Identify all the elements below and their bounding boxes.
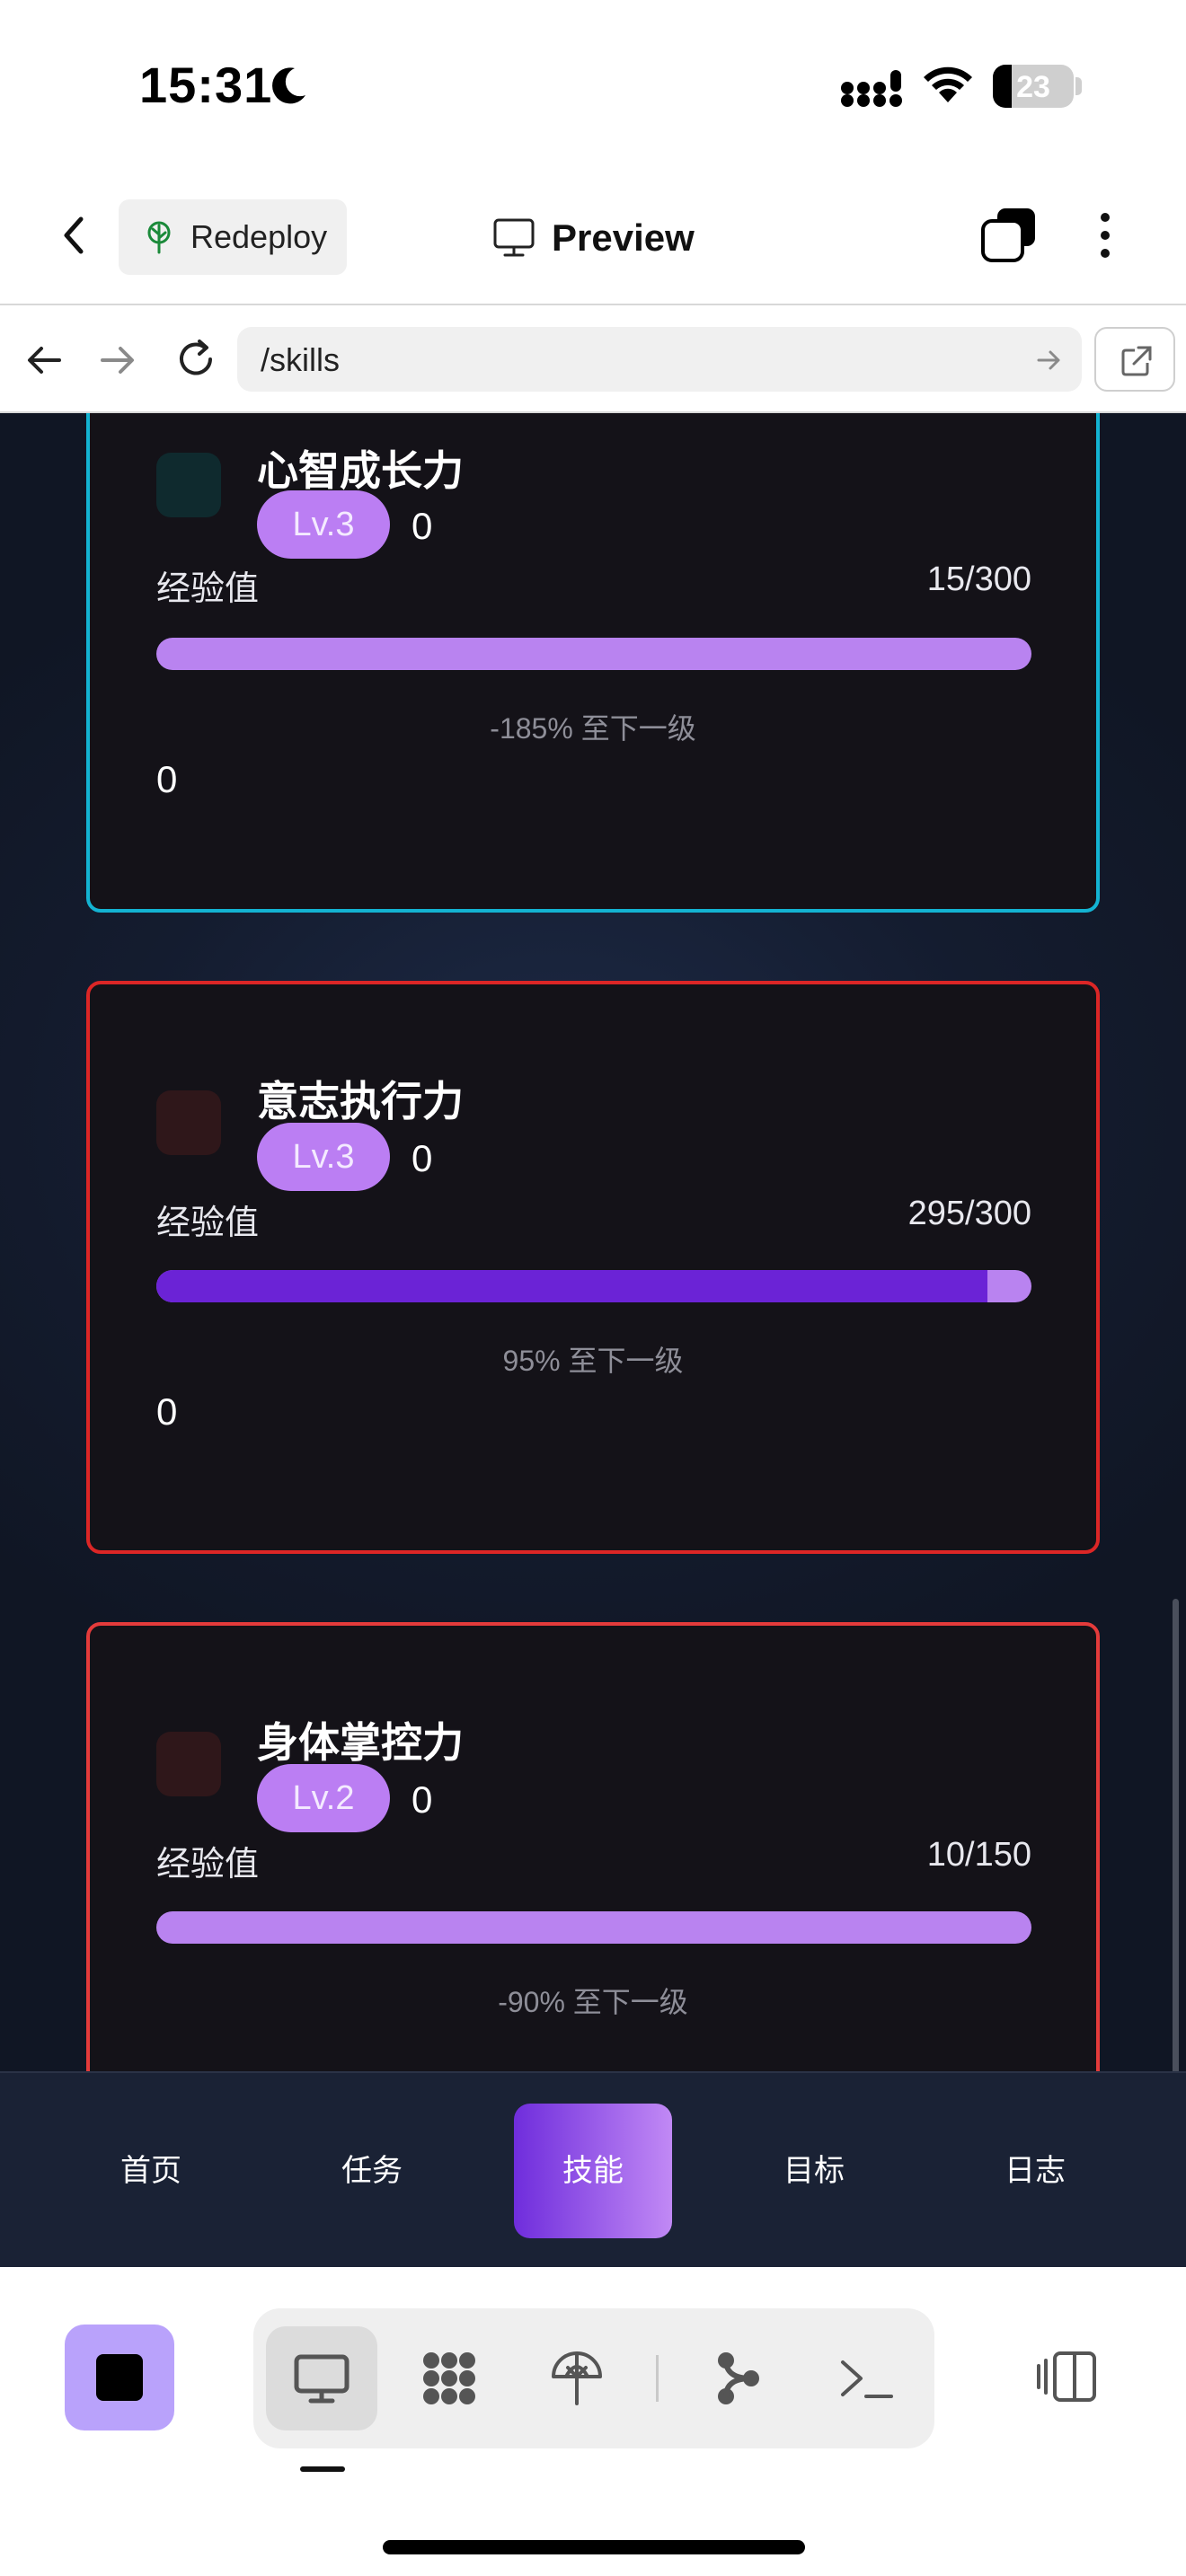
exp-value: 295/300 [907, 1195, 1031, 1232]
browser-bottom-toolbar [0, 2267, 1186, 2576]
next-level-text: 95% 至下一级 [502, 1345, 684, 1377]
url-text: /skills [261, 341, 340, 378]
exp-progress-bar [156, 638, 1031, 670]
stop-icon [96, 2354, 143, 2401]
nav-item-tasks[interactable]: 任务 [293, 2104, 451, 2238]
skill-points: 0 [156, 758, 178, 800]
scrollbar-thumb[interactable] [1173, 1599, 1179, 2071]
skill-card[interactable]: 心智成长力 Lv.3 0 经验值 15/300 -185% 至下一级 0 [86, 413, 1100, 913]
exp-label: 经验值 [156, 1846, 260, 1883]
tool-deploy[interactable] [521, 2326, 633, 2430]
browser-url-bar: /skills [0, 305, 1186, 413]
apps-grid-icon [423, 2352, 475, 2404]
arrow-forward-icon[interactable] [97, 340, 138, 381]
preview-title: Preview [492, 207, 695, 269]
sidebar-toggle-icon[interactable] [1033, 2348, 1100, 2405]
redeploy-label: Redeploy [190, 218, 328, 255]
status-time: 15:31 [139, 57, 273, 113]
desktop-preview-icon [294, 2354, 350, 2404]
nav-item-skills[interactable]: 技能 [514, 2104, 672, 2238]
terminal-icon [841, 2360, 893, 2398]
battery-cap [1075, 77, 1082, 95]
moon-icon [272, 67, 305, 104]
next-level-text: -90% 至下一级 [498, 1986, 688, 2018]
active-tool-indicator [300, 2466, 345, 2472]
open-external-button[interactable] [1094, 327, 1175, 392]
skills-page: 心智成长力 Lv.3 0 经验值 15/300 -185% 至下一级 0 意志执… [0, 413, 1186, 2071]
tool-apps[interactable] [394, 2326, 505, 2430]
more-options-icon[interactable] [1087, 208, 1123, 262]
skill-icon [156, 1090, 221, 1155]
battery-level: 23 [1016, 70, 1050, 104]
wifi-icon [924, 66, 972, 102]
exp-progress-fill [156, 1270, 988, 1302]
app-header: Redeploy Preview [0, 171, 1186, 305]
skill-name: 意志执行力 [257, 1078, 464, 1125]
level-number: 0 [412, 1137, 433, 1179]
exp-progress-bar [156, 1911, 1031, 1944]
exp-progress-bar [156, 1270, 1031, 1302]
skill-name: 心智成长力 [257, 447, 464, 494]
back-chevron-icon[interactable] [56, 208, 92, 262]
tool-terminal[interactable] [810, 2326, 922, 2430]
external-link-icon [1121, 346, 1152, 376]
exp-value: 10/150 [926, 1836, 1031, 1874]
page-title: Preview [552, 216, 695, 259]
level-badge: Lv.2 [257, 1764, 390, 1832]
deploy-icon [552, 2351, 602, 2405]
go-arrow-icon[interactable] [1037, 348, 1062, 372]
skill-icon [156, 1732, 221, 1796]
app-bottom-nav: 首页 任务 技能 目标 日志 [0, 2071, 1186, 2267]
level-badge: Lv.3 [257, 1123, 390, 1191]
tool-switcher [253, 2308, 934, 2448]
exp-label: 经验值 [156, 1204, 260, 1242]
tool-desktop-preview[interactable] [266, 2326, 377, 2430]
reload-icon[interactable] [173, 336, 219, 383]
tree-deploy-icon [147, 221, 171, 254]
level-number: 0 [412, 1778, 433, 1821]
nav-item-journal[interactable]: 日志 [956, 2104, 1114, 2238]
skill-card[interactable]: 意志执行力 Lv.3 0 经验值 295/300 95% 至下一级 0 [86, 981, 1100, 1554]
skill-name: 身体掌控力 [257, 1719, 464, 1766]
redeploy-button[interactable]: Redeploy [119, 199, 347, 275]
toolbar-divider [656, 2355, 659, 2402]
exp-label: 经验值 [156, 570, 260, 608]
cellular-signal-icon [841, 70, 902, 107]
skill-points: 0 [156, 1390, 178, 1433]
status-bar: 15:31 23 [0, 0, 1186, 171]
level-badge: Lv.3 [257, 490, 390, 559]
nav-item-home[interactable]: 首页 [72, 2104, 230, 2238]
url-input[interactable]: /skills [237, 327, 1082, 392]
branch-icon [718, 2352, 759, 2404]
exp-value: 15/300 [926, 560, 1031, 598]
skill-card[interactable]: 身体掌控力 Lv.2 0 经验值 10/150 -90% 至下一级 [86, 1622, 1100, 2071]
nav-item-goals[interactable]: 目标 [735, 2104, 893, 2238]
arrow-back-icon[interactable] [23, 340, 65, 381]
skill-icon [156, 453, 221, 517]
stop-button[interactable] [65, 2325, 174, 2430]
battery-indicator: 23 [993, 65, 1074, 108]
monitor-icon [493, 218, 535, 257]
tool-branch[interactable] [683, 2326, 794, 2430]
tabs-icon[interactable] [979, 205, 1039, 264]
home-indicator [383, 2540, 805, 2554]
level-number: 0 [412, 505, 433, 547]
next-level-text: -185% 至下一级 [490, 712, 696, 745]
